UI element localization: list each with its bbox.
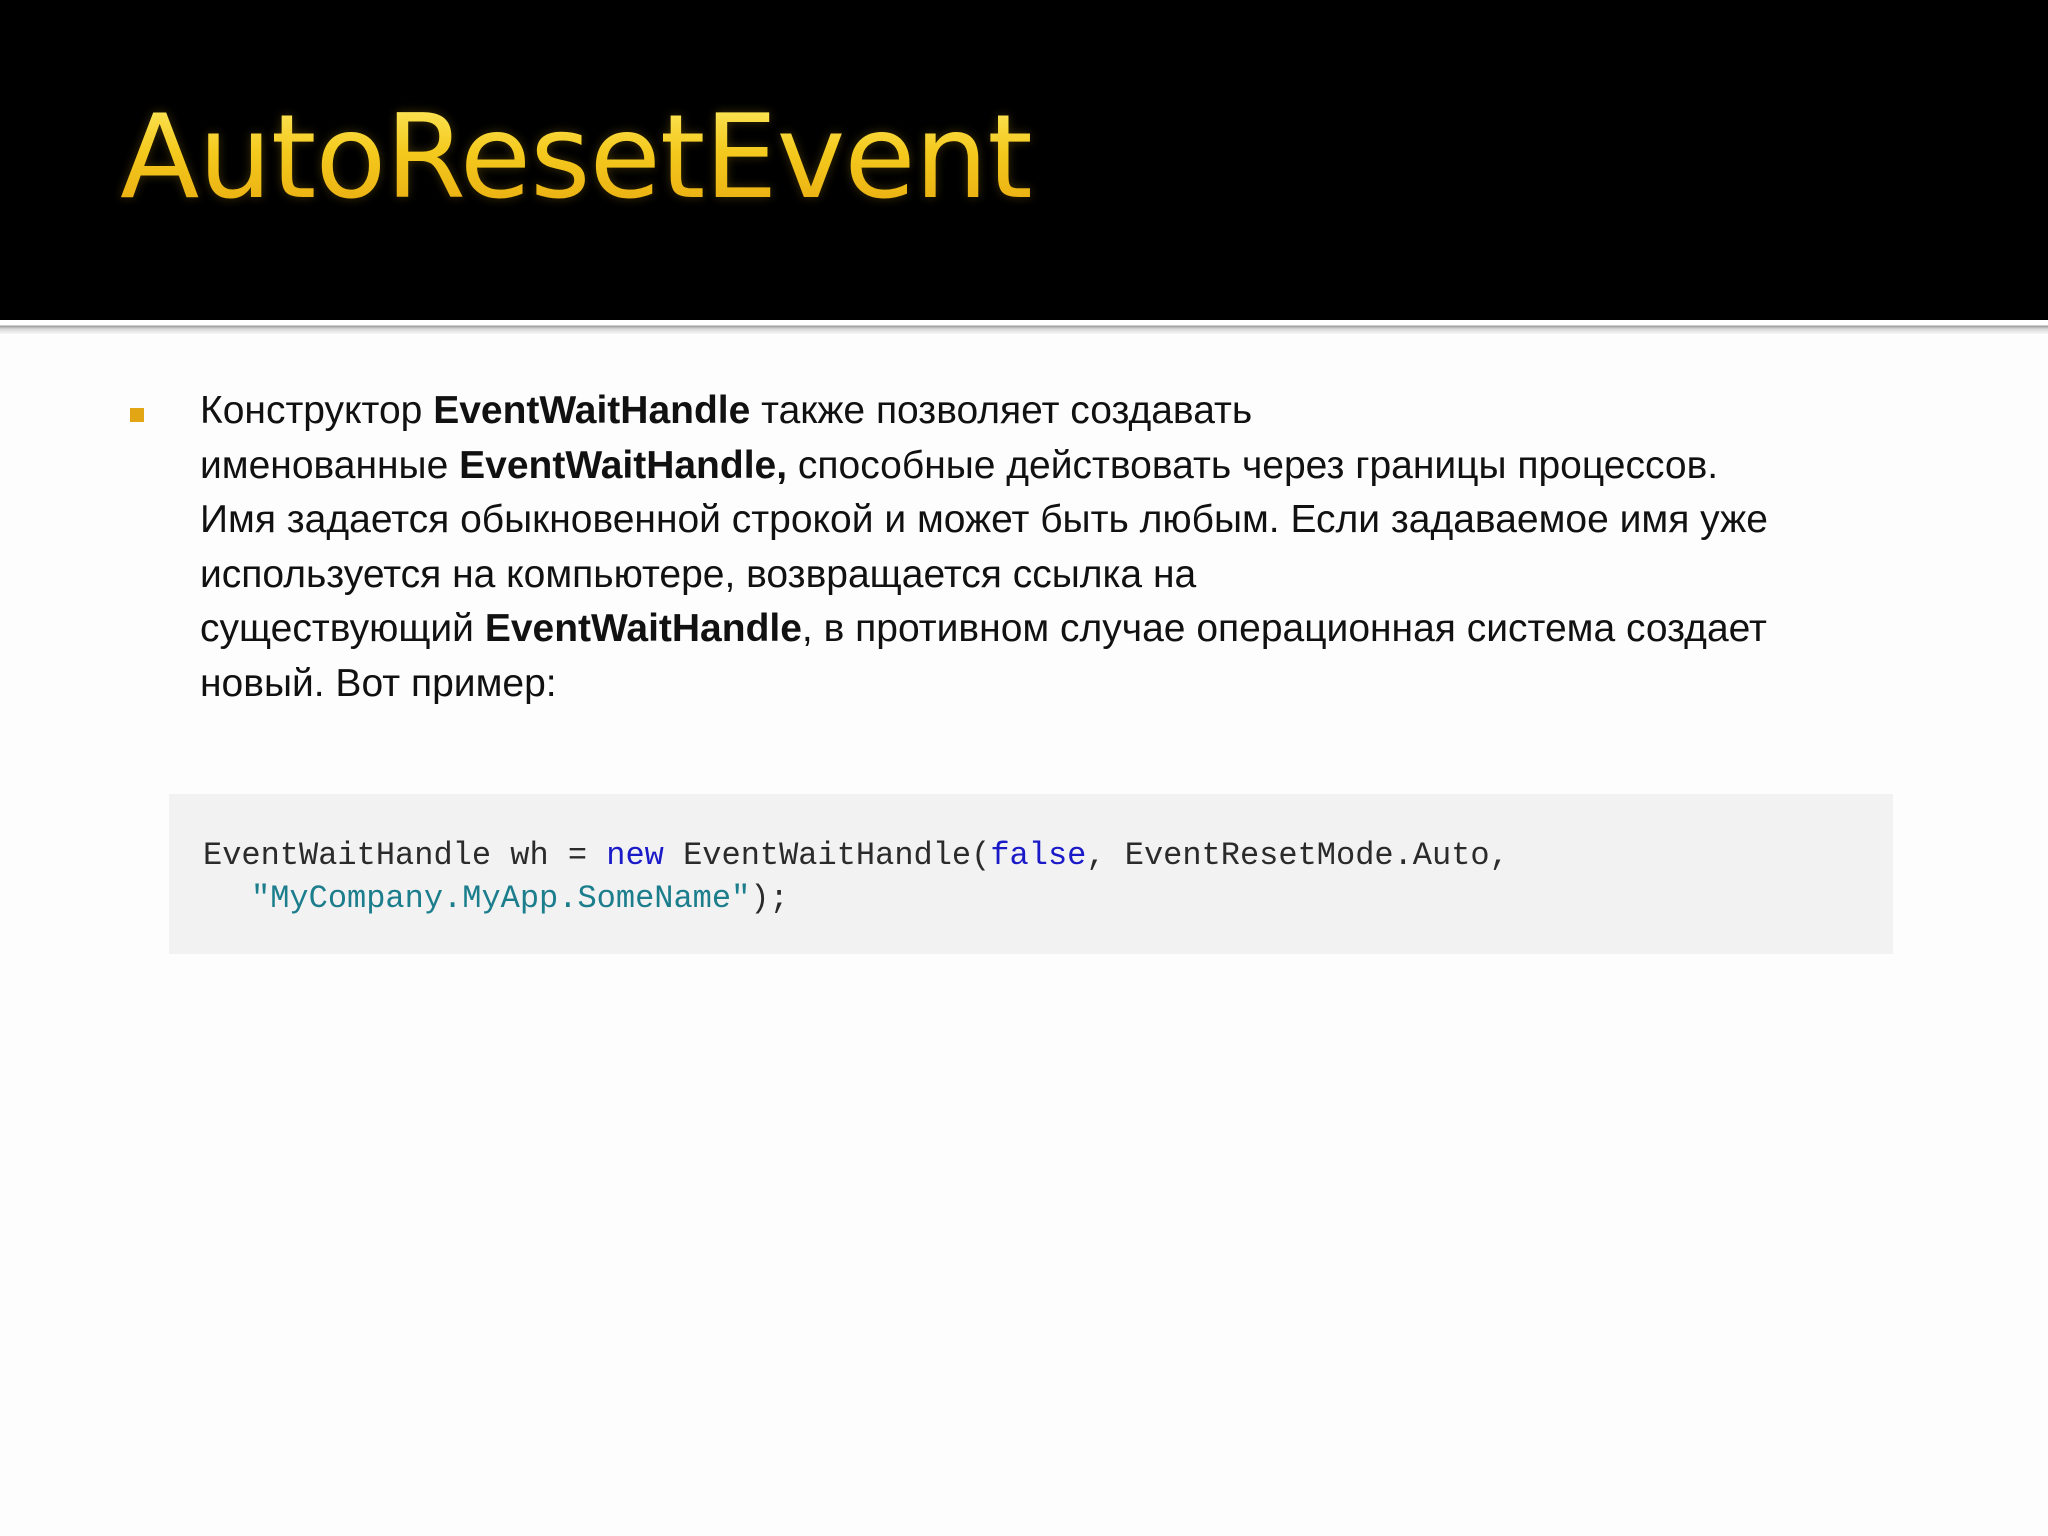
body-text-segment: также позволяет создавать [750, 389, 1253, 432]
bullet-paragraph: Конструктор EventWaitHandle также позвол… [200, 384, 1920, 711]
code-text: , EventResetMode.Auto, [1086, 837, 1509, 874]
square-bullet-icon [130, 408, 144, 422]
body-text-segment: существующий [200, 607, 485, 650]
body-bold-term: EventWaitHandle [484, 607, 802, 650]
code-sample: EventWaitHandle wh = new EventWaitHandle… [203, 834, 1509, 920]
slide: AutoResetEvent Конструктор EventWaitHand… [0, 0, 2048, 1536]
code-string: "MyCompany.MyApp.SomeName" [251, 880, 751, 917]
body-text-segment: , в противном случае операционная систем… [801, 607, 1767, 650]
body-text-segment: используется на компьютере, возвращается… [200, 552, 1197, 596]
code-line-1: EventWaitHandle wh = new EventWaitHandle… [203, 837, 1509, 874]
body-text-segment: именованные [200, 443, 460, 487]
body-bold-term: EventWaitHandle [433, 389, 751, 432]
body-text-segment: новый. Вот пример: [200, 661, 557, 705]
body-bold-term: EventWaitHandle, [459, 443, 788, 487]
code-text: EventWaitHandle( [663, 837, 991, 874]
code-line-2: "MyCompany.MyApp.SomeName"); [203, 877, 1509, 920]
code-text: EventWaitHandle wh = [203, 837, 607, 874]
body-text-segment: Конструктор [200, 389, 434, 432]
body-text-segment: Имя задается обыкновенной строкой и може… [200, 498, 1768, 541]
code-keyword: new [606, 837, 664, 874]
body-text-segment: способные действовать через границы проц… [787, 443, 1719, 487]
slide-title: AutoResetEvent [120, 90, 1033, 225]
code-keyword: false [990, 837, 1087, 874]
code-text: ); [750, 880, 789, 917]
title-band: AutoResetEvent [0, 0, 2048, 320]
title-divider [0, 320, 2048, 334]
